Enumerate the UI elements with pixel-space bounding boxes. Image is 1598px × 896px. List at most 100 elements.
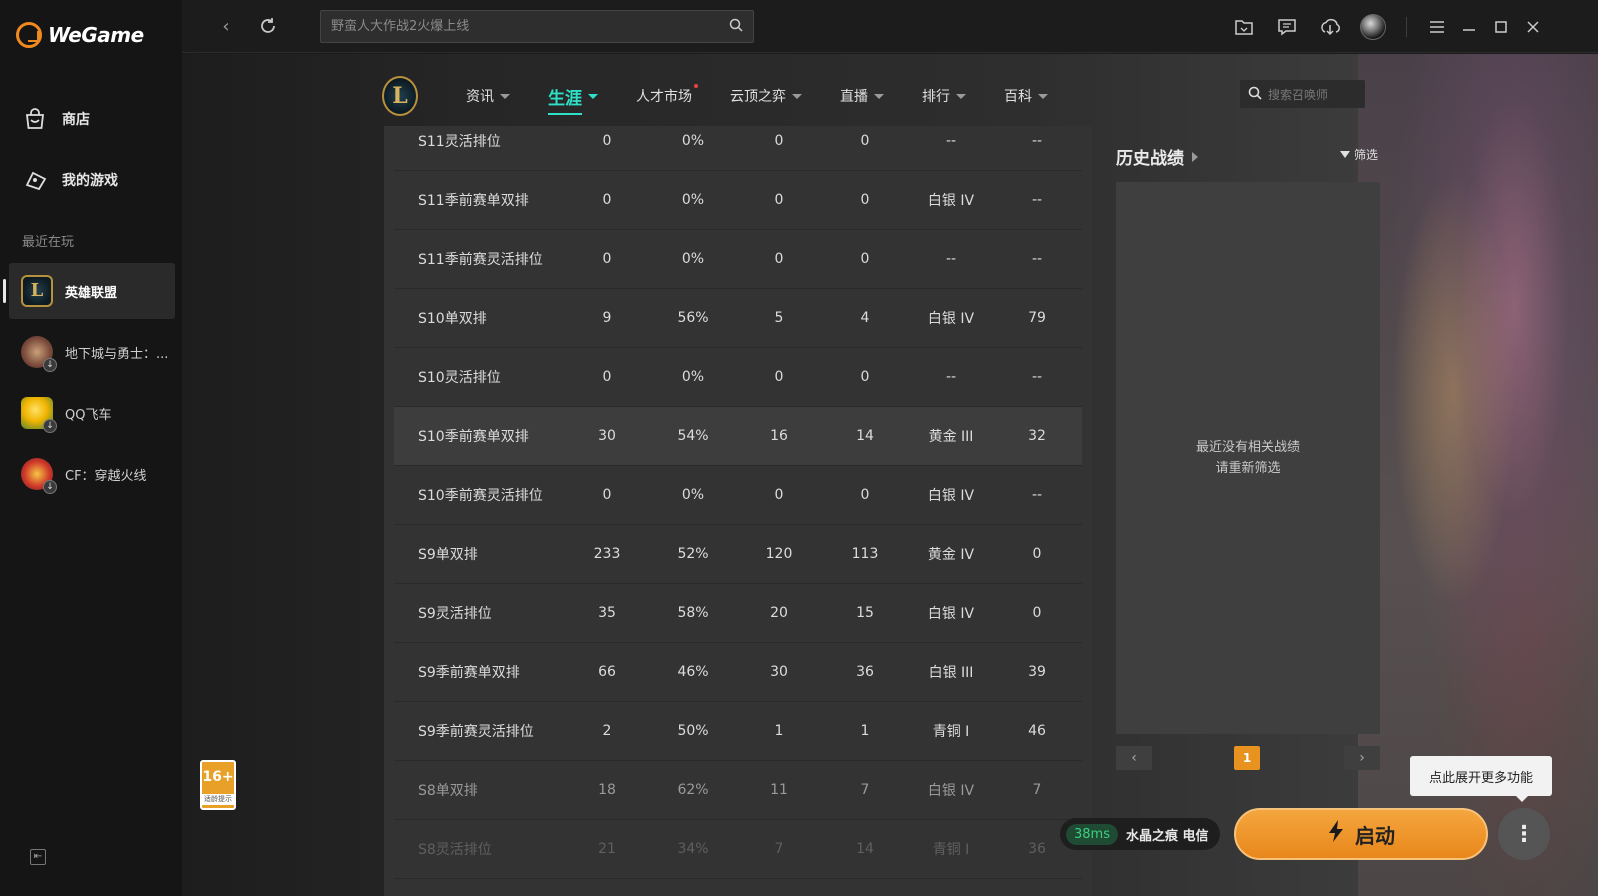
stat-cell: 2 — [602, 723, 612, 739]
queue-name-cell: S10灵活排位 — [418, 370, 501, 386]
stat-cell: 7 — [774, 841, 784, 857]
stat-cell: 0 — [860, 369, 870, 385]
tab-tft[interactable]: 云顶之弈 — [730, 86, 802, 106]
queue-name-cell: S11季前赛单双排 — [418, 193, 529, 209]
back-arrow-icon[interactable]: ‹ — [214, 14, 238, 38]
stat-cell: 56% — [677, 310, 709, 326]
tab-talent-market[interactable]: 人才市场 — [636, 84, 698, 106]
tab-label: 排行 — [922, 89, 950, 105]
tab-live[interactable]: 直播 — [840, 86, 884, 106]
lol-logo-icon[interactable]: L — [382, 76, 418, 116]
more-options-button[interactable]: ⋮ — [1498, 808, 1550, 860]
recent-games-title: 最近在玩 — [22, 235, 75, 250]
global-search-bar[interactable] — [320, 10, 754, 43]
close-icon[interactable] — [1519, 13, 1547, 41]
stat-cell: 0 — [774, 251, 784, 267]
tab-ranking[interactable]: 排行 — [922, 86, 966, 106]
filter-button[interactable]: 筛选 — [1340, 146, 1378, 163]
next-page-button[interactable]: › — [1344, 746, 1380, 770]
stat-cell: -- — [1031, 487, 1043, 503]
user-avatar[interactable] — [1360, 14, 1386, 40]
maximize-icon[interactable] — [1487, 13, 1515, 41]
chevron-down-icon — [588, 93, 598, 99]
chat-icon[interactable] — [1273, 13, 1301, 41]
filter-icon — [1340, 151, 1350, 158]
stat-cell: 0% — [681, 369, 705, 385]
chevron-right-icon — [1192, 151, 1198, 162]
tab-wiki[interactable]: 百科 — [1004, 86, 1048, 106]
stat-cell: 46 — [1028, 723, 1046, 739]
stat-cell: 0 — [860, 251, 870, 267]
launch-button[interactable]: 启动 — [1234, 808, 1488, 860]
table-row: S8单双排 18 62% 11 7 白银 IV 7 — [394, 761, 1082, 820]
table-row: S10季前赛灵活排位 0 0% 0 0 白银 IV -- — [394, 466, 1082, 525]
queue-name-cell: S9单双排 — [418, 547, 478, 563]
minimize-icon[interactable] — [1455, 13, 1483, 41]
stat-cell: 20 — [770, 605, 788, 621]
collapse-sidebar-icon[interactable]: ⇤ — [30, 849, 46, 865]
lightning-icon — [1327, 819, 1345, 849]
game-item-qq-speed[interactable]: ↓ QQ飞车 — [9, 385, 175, 441]
stat-cell: 79 — [1028, 310, 1046, 326]
download-badge-icon: ↓ — [43, 480, 57, 494]
age-rating-caption: 适龄提示 — [202, 794, 234, 805]
download-icon[interactable] — [1316, 13, 1344, 41]
stat-cell: 11 — [770, 782, 788, 798]
history-title[interactable]: 历史战绩 — [1116, 144, 1198, 169]
queue-name-cell: S9季前赛单双排 — [418, 665, 520, 681]
global-search-input[interactable] — [331, 19, 729, 34]
menu-icon[interactable] — [1423, 13, 1451, 41]
table-row: S10单双排 9 56% 5 4 白银 IV 79 — [394, 289, 1082, 348]
stat-cell: 50% — [677, 723, 709, 739]
summoner-search[interactable]: 搜索召唤师 — [1240, 80, 1365, 108]
ping-value: 38ms — [1066, 823, 1118, 845]
stat-cell: 黄金 IV — [927, 547, 975, 563]
game-name: 英雄联盟 — [65, 285, 118, 301]
wegame-logo[interactable]: WeGame — [16, 22, 144, 48]
tab-career[interactable]: 生涯 — [548, 84, 598, 115]
stat-cell: 0 — [1032, 546, 1042, 562]
queue-name-cell: S8单双排 — [418, 783, 478, 799]
download-badge-icon: ↓ — [43, 358, 57, 372]
chevron-down-icon — [874, 93, 884, 99]
history-empty-text: 最近没有相关战绩 — [1195, 440, 1300, 455]
game-item-crossfire[interactable]: ↓ CF：穿越火线 — [9, 446, 175, 502]
notification-dot — [694, 84, 698, 88]
current-page-number[interactable]: 1 — [1234, 746, 1260, 770]
stat-cell: 0 — [774, 192, 784, 208]
stat-cell: -- — [1031, 192, 1043, 208]
download-badge-icon: ↓ — [43, 419, 57, 433]
sidebar-item-shop[interactable]: 商店 — [22, 106, 90, 132]
queue-name-cell: S11灵活排位 — [418, 134, 501, 150]
table-row: S9季前赛单双排 66 46% 30 36 白银 III 39 — [394, 643, 1082, 702]
stat-cell: 52% — [677, 546, 709, 562]
game-item-lol[interactable]: L 英雄联盟 — [3, 263, 175, 319]
stat-cell: 白银 IV — [927, 311, 975, 327]
game-item-dnf[interactable]: ↓ 地下城与勇士：... — [9, 324, 175, 380]
tab-news[interactable]: 资讯 — [466, 86, 510, 106]
queue-name-cell: S10单双排 — [418, 311, 487, 327]
stat-cell: 15 — [856, 605, 874, 621]
server-selector[interactable]: 38ms 水晶之痕 电信 — [1060, 818, 1220, 850]
search-icon[interactable] — [729, 17, 743, 36]
prev-page-button[interactable]: ‹ — [1116, 746, 1152, 770]
stat-cell: 0 — [602, 133, 612, 149]
stat-cell: 0% — [681, 192, 705, 208]
wegame-window: WeGame 商店 我的游戏 最近在玩 L 英雄联盟 ↓ 地下城与勇士：... — [0, 0, 1598, 896]
table-row: S9单双排 233 52% 120 113 黄金 IV 0 — [394, 525, 1082, 584]
chevron-down-icon — [500, 93, 510, 99]
refresh-icon[interactable] — [256, 14, 280, 38]
queue-name-cell: S9季前赛灵活排位 — [418, 724, 534, 740]
queue-name-cell: S9灵活排位 — [418, 606, 492, 622]
sidebar-item-my-games[interactable]: 我的游戏 — [22, 167, 118, 193]
more-functions-tooltip: 点此展开更多功能 — [1410, 756, 1552, 802]
stat-cell: 0 — [860, 192, 870, 208]
stat-cell: 0 — [602, 251, 612, 267]
game-name: QQ飞车 — [65, 407, 112, 423]
stat-cell: 4 — [860, 310, 870, 326]
stat-cell: 30 — [598, 428, 616, 444]
game-name: 地下城与勇士：... — [65, 346, 169, 362]
stat-cell: 0 — [774, 133, 784, 149]
folder-icon[interactable] — [1230, 13, 1258, 41]
tab-label: 云顶之弈 — [730, 89, 786, 105]
